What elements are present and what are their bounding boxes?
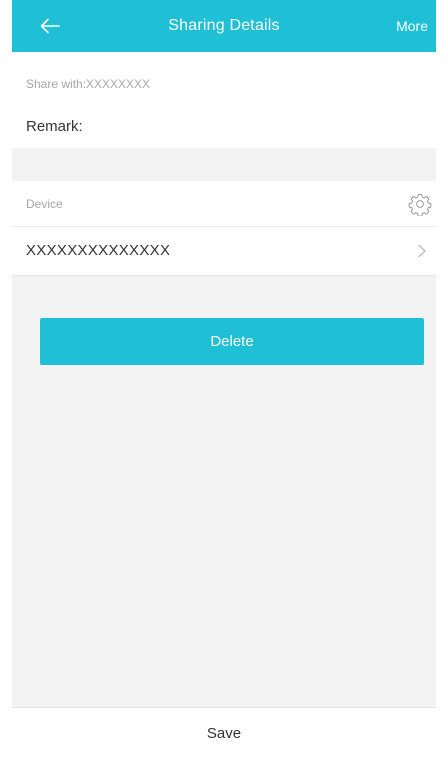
share-with-value: XXXXXXXX <box>86 77 151 91</box>
delete-button[interactable]: Delete <box>40 318 424 365</box>
gear-icon <box>408 194 432 217</box>
bottom-bar: Save <box>12 707 436 758</box>
save-button[interactable]: Save <box>12 708 436 758</box>
page-title: Sharing Details <box>168 17 280 34</box>
share-with-label: Share with: <box>26 77 87 91</box>
more-button[interactable]: More <box>396 0 428 52</box>
device-section-label: Device <box>26 197 63 211</box>
device-settings-button[interactable] <box>408 192 432 217</box>
remark-label: Remark: <box>26 118 83 135</box>
top-bar: Sharing Details More <box>12 0 436 52</box>
remark-field[interactable]: Remark: <box>12 100 436 148</box>
sharing-details-screen: Sharing Details More Share with:XXXXXXXX… <box>12 0 436 758</box>
share-with-info: Share with:XXXXXXXX <box>12 52 436 100</box>
device-name: XXXXXXXXXXXXXX <box>26 242 171 259</box>
device-section-header: Device <box>12 181 436 227</box>
device-list-item[interactable]: XXXXXXXXXXXXXX <box>12 227 436 276</box>
chevron-right-icon <box>418 244 426 258</box>
